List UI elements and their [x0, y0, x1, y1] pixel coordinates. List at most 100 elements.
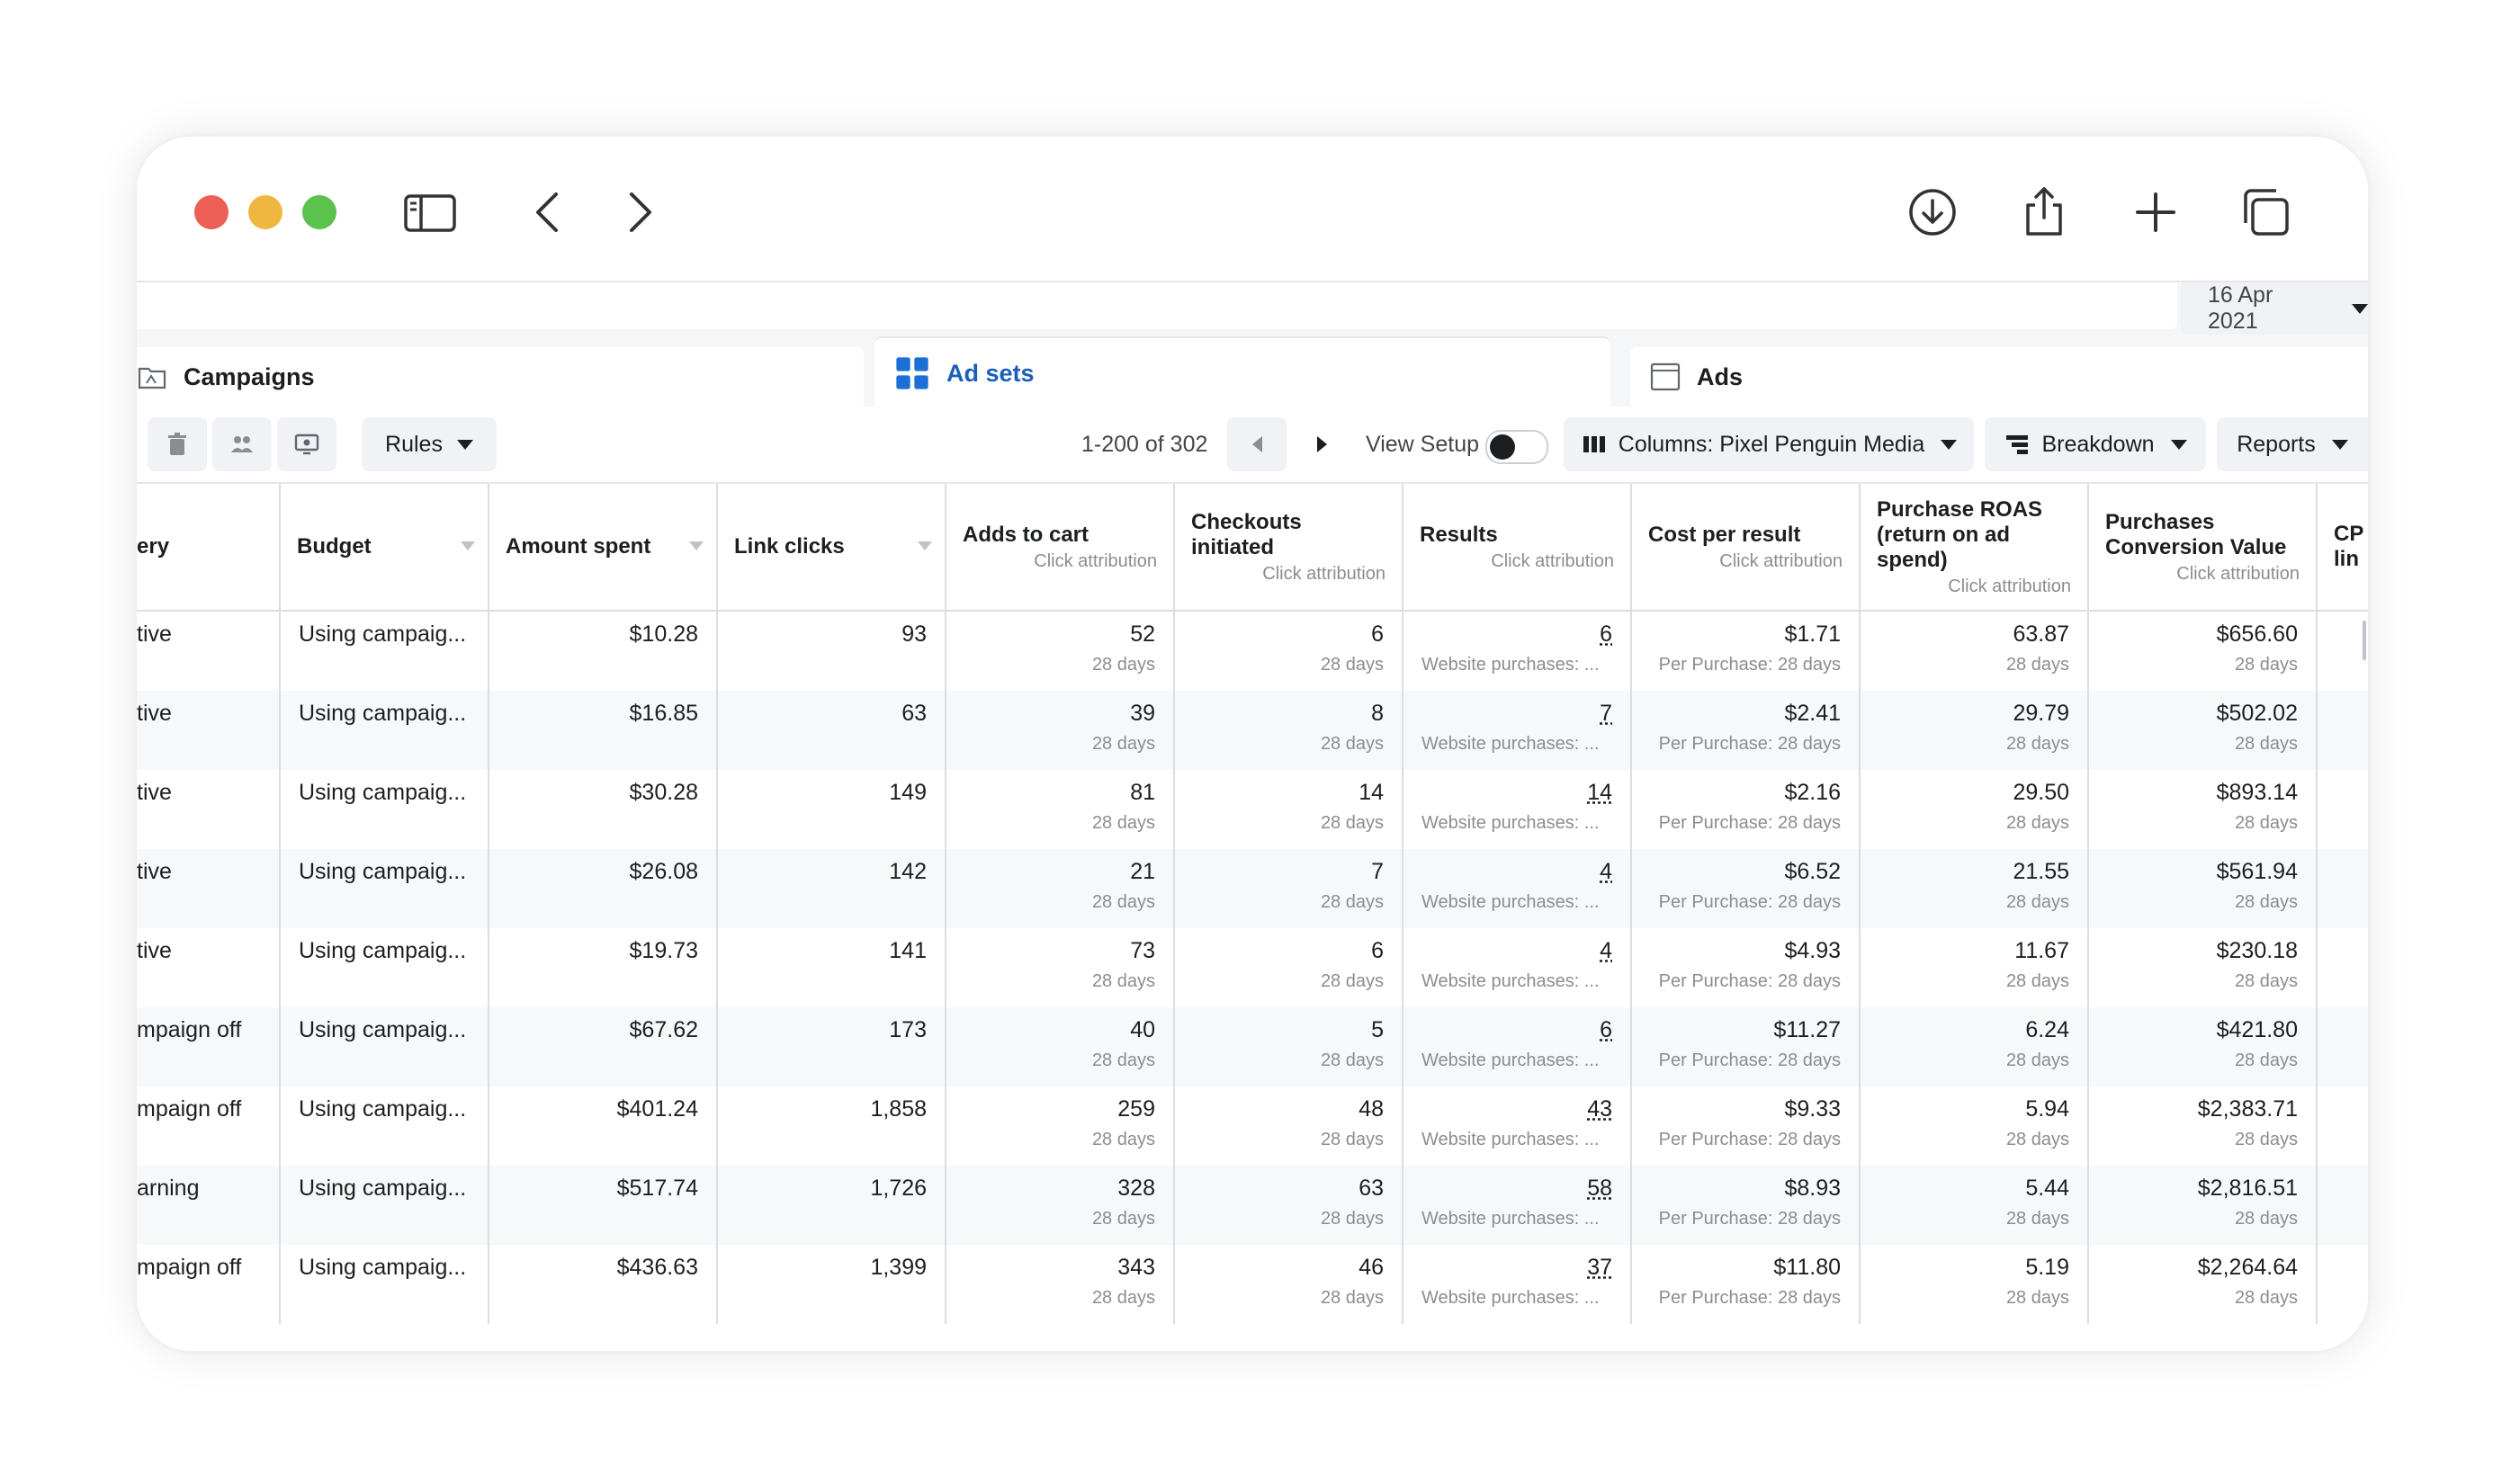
cell-subtext: Website purchases: ...	[1421, 734, 1600, 754]
back-icon[interactable]	[522, 185, 576, 239]
cell-value-results[interactable]: 37	[1421, 1254, 1612, 1281]
table-row[interactable]: tive Using campaig... $19.73 141 73 28 days 6 2…	[137, 928, 2368, 1007]
cell-value-results[interactable]: 6	[1421, 1016, 1612, 1043]
table-cell: $11.27 Per Purchase: 28 days	[1632, 1007, 1861, 1086]
table-cell: $67.62	[489, 1007, 718, 1086]
tabs-overview-icon[interactable]	[2238, 185, 2292, 239]
grid-icon	[896, 357, 928, 389]
column-header[interactable]: Purchase ROAS (return on ad spend) Click …	[1861, 484, 2089, 610]
table-cell: 4 Website purchases: ...	[1403, 849, 1632, 928]
cell-subtext: 28 days	[2005, 1209, 2069, 1229]
address-field[interactable]	[137, 282, 2177, 329]
cell-value-spent: $436.63	[616, 1255, 698, 1280]
cell-subtext: 28 days	[2234, 734, 2298, 754]
table-cell: mpaign off	[137, 1245, 281, 1324]
table-row[interactable]: arning Using campaig... $517.74 1,726 328 28 …	[137, 1166, 2368, 1245]
toggle-knob	[1490, 434, 1515, 460]
download-icon[interactable]	[1906, 185, 1959, 239]
column-header[interactable]: Checkouts initiated Click attribution	[1175, 484, 1403, 610]
tab-ad-sets[interactable]: Ad sets	[874, 336, 1610, 408]
cell-value-budget: Using campaig...	[299, 1017, 467, 1042]
date-range-picker[interactable]: 16 Apr 2021	[2181, 282, 2368, 335]
table-row[interactable]: mpaign off Using campaig... $436.63 1,399 34…	[137, 1245, 2368, 1324]
table-cell	[2318, 770, 2368, 849]
cell-value-results[interactable]: 6	[1421, 621, 1612, 648]
sort-icon[interactable]	[689, 541, 704, 550]
table-row[interactable]: tive Using campaig... $26.08 142 21 28 days 7 2…	[137, 849, 2368, 928]
column-header-attribution: Click attribution	[1034, 550, 1157, 571]
table-cell: 4 Website purchases: ...	[1403, 928, 1632, 1007]
view-setup-toggle[interactable]	[1485, 430, 1548, 464]
column-header[interactable]: Budget	[281, 484, 489, 610]
table-cell: 259 28 days	[946, 1086, 1175, 1166]
cell-subtext: 28 days	[1320, 971, 1384, 991]
breakdown-dropdown[interactable]: Breakdown	[1985, 417, 2206, 471]
share-icon[interactable]	[2017, 185, 2071, 239]
date-row: 16 Apr 2021	[137, 282, 2368, 335]
zoom-button[interactable]	[302, 195, 336, 229]
chevron-down-icon	[2352, 303, 2368, 314]
minimize-button[interactable]	[248, 195, 282, 229]
table-cell: $230.18 28 days	[2089, 928, 2318, 1007]
close-button[interactable]	[194, 195, 229, 229]
table-cell	[2318, 1007, 2368, 1086]
table-row[interactable]: tive Using campaig... $30.28 149 81 28 days 14…	[137, 770, 2368, 849]
columns-dropdown[interactable]: Columns: Pixel Penguin Media	[1564, 417, 1974, 471]
cell-value-roas: 5.19	[2025, 1255, 2069, 1280]
sort-icon[interactable]	[918, 541, 932, 550]
cell-value-results[interactable]: 7	[1421, 700, 1612, 727]
new-tab-icon[interactable]	[2129, 185, 2183, 239]
delete-button[interactable]	[148, 417, 207, 471]
cell-subtext: 28 days	[1091, 1050, 1155, 1070]
table-row[interactable]: mpaign off Using campaig... $401.24 1,858 25…	[137, 1086, 2368, 1166]
column-header[interactable]: Cost per result Click attribution	[1632, 484, 1861, 610]
column-header[interactable]: Purchases Conversion Value Click attribut…	[2089, 484, 2318, 610]
column-header[interactable]: ery	[137, 484, 281, 610]
cell-subtext: 28 days	[2005, 892, 2069, 912]
cell-value-value: $656.60	[2216, 621, 2298, 647]
table-cell: Using campaig...	[281, 849, 489, 928]
previous-page-button[interactable]	[1227, 417, 1287, 471]
table-row[interactable]: tive Using campaig... $10.28 93 52 28 days 6 28…	[137, 612, 2368, 691]
column-header[interactable]: CP lin	[2318, 484, 2368, 610]
column-header-label: Amount spent	[506, 534, 651, 559]
column-header[interactable]: Results Click attribution	[1403, 484, 1632, 610]
forward-icon[interactable]	[612, 185, 666, 239]
column-header[interactable]: Link clicks	[718, 484, 946, 610]
column-header[interactable]: Amount spent	[489, 484, 718, 610]
next-page-button[interactable]	[1292, 417, 1351, 471]
sidebar-icon[interactable]	[403, 185, 457, 239]
table-cell: 149	[718, 770, 946, 849]
column-header[interactable]: Adds to cart Click attribution	[946, 484, 1175, 610]
cell-subtext: 28 days	[1320, 813, 1384, 833]
cell-value-results[interactable]: 4	[1421, 858, 1612, 885]
column-header-label: Link clicks	[734, 534, 845, 559]
cell-value-value: $230.18	[2216, 938, 2298, 963]
table-cell: 1,399	[718, 1245, 946, 1324]
ad-sets-table: ery Budget Amount spent Link clicks Adds to …	[137, 484, 2368, 1351]
tab-campaigns[interactable]: Campaigns	[137, 347, 864, 407]
cell-value-results[interactable]: 4	[1421, 937, 1612, 964]
rules-dropdown[interactable]: Rules	[362, 417, 497, 471]
audience-button[interactable]	[212, 417, 272, 471]
table-row[interactable]: mpaign off Using campaig... $67.62 173 40 28 …	[137, 1007, 2368, 1086]
cell-value-results[interactable]: 43	[1421, 1095, 1612, 1122]
table-cell: 6 28 days	[1175, 612, 1403, 691]
cell-subtext: 28 days	[2234, 813, 2298, 833]
tab-ads[interactable]: Ads	[1630, 347, 2368, 407]
reports-dropdown[interactable]: Reports	[2217, 417, 2368, 471]
cell-value-carts: 328	[1117, 1176, 1155, 1201]
table-row[interactable]: tive Using campaig... $16.85 63 39 28 days 8 28…	[137, 691, 2368, 770]
cell-value-results[interactable]: 14	[1421, 779, 1612, 806]
chevron-right-icon	[1316, 436, 1327, 452]
vertical-scrollbar[interactable]	[2363, 621, 2366, 660]
table-cell: 328 28 days	[946, 1166, 1175, 1245]
cell-value-value: $2,264.64	[2197, 1255, 2298, 1280]
sort-icon[interactable]	[461, 541, 475, 550]
table-cell: $656.60 28 days	[2089, 612, 2318, 691]
cell-subtext: 28 days	[2005, 1050, 2069, 1070]
columns-icon	[1583, 436, 1605, 452]
cell-value-results[interactable]: 58	[1421, 1175, 1612, 1202]
preview-button[interactable]	[277, 417, 336, 471]
table-cell: 52 28 days	[946, 612, 1175, 691]
